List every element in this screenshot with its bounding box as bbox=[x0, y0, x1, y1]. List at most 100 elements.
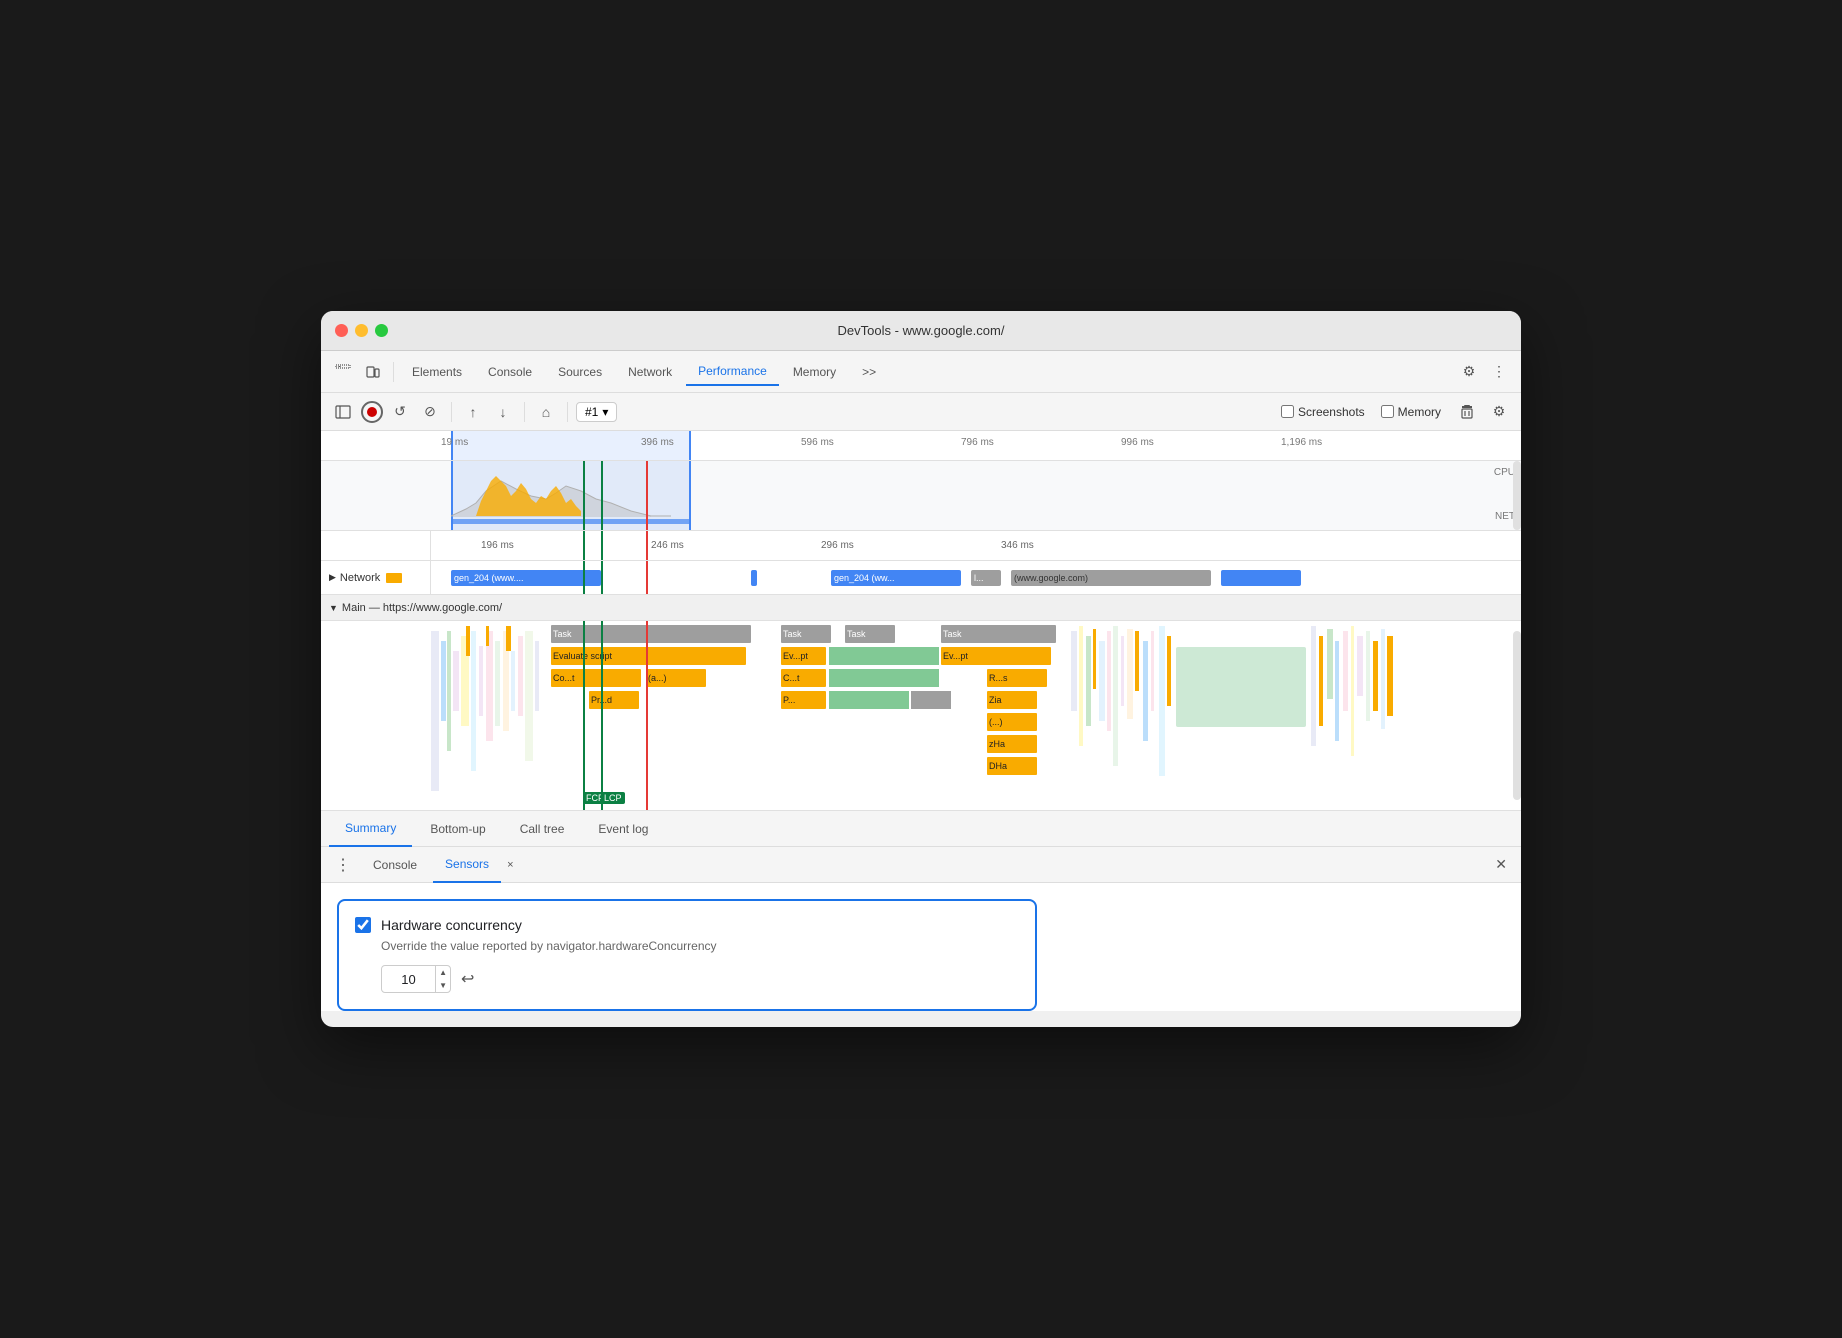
home-button[interactable]: ⌂ bbox=[533, 399, 559, 425]
overview-ruler: 19 ms 396 ms 596 ms 796 ms 996 ms 1,196 … bbox=[321, 431, 1521, 461]
tab-console-secondary[interactable]: Console bbox=[361, 847, 429, 883]
stepper-up-button[interactable]: ▲ bbox=[436, 966, 450, 979]
tab-event-log[interactable]: Event log bbox=[582, 811, 664, 847]
minimize-button[interactable] bbox=[355, 324, 368, 337]
task-block-4[interactable]: Task bbox=[941, 625, 1056, 643]
task-block-1[interactable]: Task bbox=[551, 625, 751, 643]
detail-tick-346: 346 ms bbox=[1001, 540, 1034, 551]
hw-title-text: Hardware concurrency bbox=[381, 917, 522, 933]
network-bar-3[interactable]: gen_204 (ww... bbox=[831, 570, 961, 586]
profile-selector[interactable]: #1 ▾ bbox=[576, 402, 617, 422]
hw-checkbox[interactable] bbox=[355, 917, 371, 933]
upload-button[interactable]: ↑ bbox=[460, 399, 486, 425]
devtools-window: DevTools - www.google.com/ Elements Cons… bbox=[321, 311, 1521, 1027]
memory-label: Memory bbox=[1398, 405, 1441, 419]
tab-sensors: Sensors bbox=[433, 847, 501, 883]
screenshots-label: Screenshots bbox=[1298, 405, 1365, 419]
reload-button[interactable]: ↺ bbox=[387, 399, 413, 425]
panel-menu-icon[interactable]: ⋮ bbox=[329, 855, 357, 875]
zha-block[interactable]: zHa bbox=[987, 735, 1037, 753]
screenshots-checkbox-group: Screenshots bbox=[1281, 405, 1365, 419]
sidebar-toggle-icon[interactable] bbox=[329, 398, 357, 426]
flame-scrollbar[interactable] bbox=[1513, 631, 1521, 800]
reset-button[interactable]: ↩ bbox=[461, 969, 474, 989]
hw-stepper[interactable]: 10 ▲ ▼ bbox=[381, 965, 451, 993]
stepper-down-button[interactable]: ▼ bbox=[436, 979, 450, 992]
close-button[interactable] bbox=[335, 324, 348, 337]
at-block[interactable]: (a...) bbox=[646, 669, 706, 687]
network-bar-5[interactable]: (www.google.com) bbox=[1011, 570, 1211, 586]
rs-block[interactable]: R...s bbox=[987, 669, 1047, 687]
tab-console[interactable]: Console bbox=[476, 359, 544, 385]
more-tabs-button[interactable]: >> bbox=[850, 359, 888, 385]
top-toolbar: Elements Console Sources Network Perform… bbox=[321, 351, 1521, 393]
second-toolbar: ↺ ⊘ ↑ ↓ ⌂ #1 ▾ Screenshots Memory ⚙ bbox=[321, 393, 1521, 431]
maximize-button[interactable] bbox=[375, 324, 388, 337]
tick-796ms: 796 ms bbox=[961, 437, 994, 448]
prd-block[interactable]: Pr...d bbox=[589, 691, 639, 709]
memory-checkbox[interactable] bbox=[1381, 405, 1394, 418]
perf-settings-icon[interactable]: ⚙ bbox=[1485, 398, 1513, 426]
cpu-label: CPU bbox=[1494, 467, 1515, 478]
network-bar-4[interactable]: l... bbox=[971, 570, 1001, 586]
settings-icon[interactable]: ⚙ bbox=[1455, 358, 1483, 386]
close-panel-button[interactable]: ✕ bbox=[1489, 856, 1513, 873]
record-button[interactable] bbox=[361, 401, 383, 423]
window-title: DevTools - www.google.com/ bbox=[838, 323, 1005, 338]
sensors-tab-label[interactable]: Sensors bbox=[445, 857, 489, 871]
network-label-text: Network bbox=[340, 572, 380, 584]
close-sensors-tab[interactable]: × bbox=[507, 859, 513, 871]
traffic-lights bbox=[335, 324, 388, 337]
hw-card: Hardware concurrency Override the value … bbox=[337, 899, 1037, 1011]
overview-scrollbar[interactable] bbox=[1513, 461, 1521, 530]
tab-call-tree[interactable]: Call tree bbox=[504, 811, 581, 847]
network-bar-2[interactable] bbox=[751, 570, 757, 586]
grey-block-1 bbox=[911, 691, 951, 709]
tick-596ms: 596 ms bbox=[801, 437, 834, 448]
network-bar-1[interactable]: gen_204 (www.... bbox=[451, 570, 601, 586]
ev-pt-block-2[interactable]: Ev...pt bbox=[941, 647, 1051, 665]
memory-checkbox-group: Memory bbox=[1381, 405, 1441, 419]
tab-performance[interactable]: Performance bbox=[686, 358, 779, 386]
kebab-menu-icon[interactable]: ⋮ bbox=[1485, 358, 1513, 386]
timeline-marker-line-2 bbox=[601, 461, 603, 530]
dots-block[interactable]: (...) bbox=[987, 713, 1037, 731]
tab-elements[interactable]: Elements bbox=[400, 359, 474, 385]
tab-summary[interactable]: Summary bbox=[329, 811, 412, 847]
separator-2 bbox=[451, 402, 452, 422]
tab-memory[interactable]: Memory bbox=[781, 359, 848, 385]
dha-block[interactable]: DHa bbox=[987, 757, 1037, 775]
flame-chart[interactable]: Task Task Task Task Evaluate script Ev..… bbox=[321, 621, 1521, 811]
hw-controls: 10 ▲ ▼ ↩ bbox=[381, 965, 1019, 993]
clear-button[interactable]: ⊘ bbox=[417, 399, 443, 425]
ev-pt-block-1[interactable]: Ev...pt bbox=[781, 647, 826, 665]
tick-996ms: 996 ms bbox=[1121, 437, 1154, 448]
tick-396ms: 396 ms bbox=[641, 437, 674, 448]
tab-network[interactable]: Network bbox=[616, 359, 684, 385]
detail-tick-196: 196 ms bbox=[481, 540, 514, 551]
download-button[interactable]: ↓ bbox=[490, 399, 516, 425]
task-block-2[interactable]: Task bbox=[781, 625, 831, 643]
overview-chart[interactable]: CPU NET bbox=[321, 461, 1521, 531]
tab-sources[interactable]: Sources bbox=[546, 359, 614, 385]
detail-tick-296: 296 ms bbox=[821, 540, 854, 551]
net-vline-red bbox=[646, 561, 648, 594]
zia-block[interactable]: Zia bbox=[987, 691, 1037, 709]
device-toggle-icon[interactable] bbox=[359, 358, 387, 386]
ct-block[interactable]: C...t bbox=[781, 669, 826, 687]
element-picker-icon[interactable] bbox=[329, 358, 357, 386]
network-bar-6[interactable] bbox=[1221, 570, 1301, 586]
tab-bottom-up[interactable]: Bottom-up bbox=[414, 811, 501, 847]
main-thread-header: ▼ Main — https://www.google.com/ bbox=[321, 595, 1521, 621]
green-block-1 bbox=[829, 647, 939, 665]
garbage-collect-icon[interactable] bbox=[1453, 398, 1481, 426]
task-block-3[interactable]: Task bbox=[845, 625, 895, 643]
p-block[interactable]: P... bbox=[781, 691, 826, 709]
detail-tick-246: 246 ms bbox=[651, 540, 684, 551]
net-vline-2 bbox=[601, 561, 603, 594]
tick-19ms: 19 ms bbox=[441, 437, 468, 448]
evaluate-script-block[interactable]: Evaluate script bbox=[551, 647, 746, 665]
cot-block[interactable]: Co...t bbox=[551, 669, 641, 687]
screenshots-checkbox[interactable] bbox=[1281, 405, 1294, 418]
net-vline-1 bbox=[583, 561, 585, 594]
